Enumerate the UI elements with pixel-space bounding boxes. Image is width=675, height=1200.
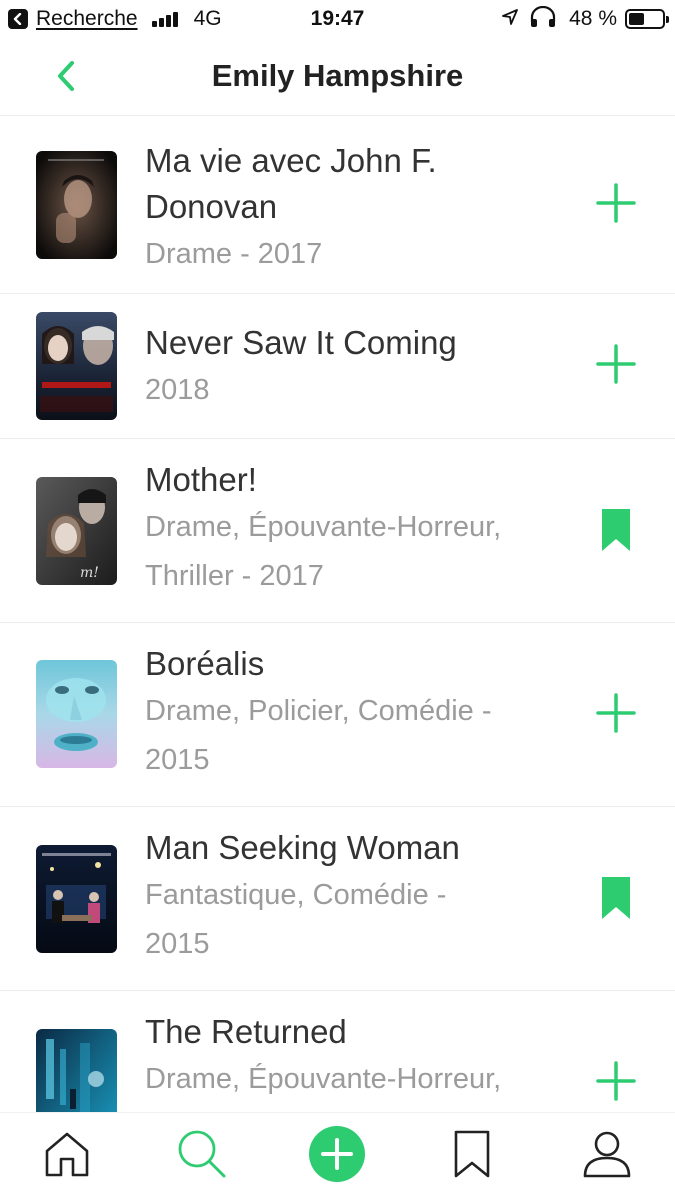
tab-search[interactable] bbox=[167, 1121, 237, 1191]
poster-image bbox=[36, 660, 117, 768]
item-title: Man Seeking Woman bbox=[145, 829, 460, 866]
item-subtitle: 2018 bbox=[145, 374, 210, 406]
add-circle-icon bbox=[308, 1125, 366, 1188]
item-title: The Returned bbox=[145, 1013, 347, 1050]
item-subtitle: Drame, Épouvante-Horreur, bbox=[145, 511, 502, 543]
bookmark-icon bbox=[452, 1129, 492, 1184]
list-item[interactable]: Boréalis Drame, Policier, Comédie - 2015 bbox=[0, 623, 675, 807]
plus-icon bbox=[594, 1059, 638, 1108]
poster-image bbox=[36, 151, 117, 259]
item-title: Never Saw It Coming bbox=[145, 324, 457, 361]
item-subtitle: Drame, Policier, Comédie - bbox=[145, 695, 492, 727]
list-item[interactable]: Ma vie avec John F. Donovan Drame - 2017 bbox=[0, 116, 675, 294]
poster-image bbox=[36, 1029, 117, 1112]
battery-percent: 48 % bbox=[569, 7, 617, 30]
list-item[interactable]: Man Seeking Woman Fantastique, Comédie -… bbox=[0, 807, 675, 991]
home-icon bbox=[42, 1129, 92, 1184]
status-bar: Recherche 4G 19:47 48 % bbox=[0, 0, 675, 38]
poster-image bbox=[36, 312, 117, 420]
item-title: Ma vie avec John F. bbox=[145, 142, 437, 179]
add-button[interactable] bbox=[589, 339, 643, 393]
search-icon bbox=[176, 1128, 228, 1185]
headphones-icon bbox=[529, 5, 557, 33]
poster-image: m! bbox=[36, 477, 117, 585]
navigation-bar: Emily Hampshire bbox=[0, 38, 675, 116]
svg-text:m!: m! bbox=[80, 565, 99, 581]
item-title: Mother! bbox=[145, 461, 257, 498]
tab-watchlist[interactable] bbox=[437, 1121, 507, 1191]
item-subtitle: Drame, Épouvante-Horreur, bbox=[145, 1063, 502, 1095]
bookmark-filled-icon bbox=[600, 875, 632, 926]
add-button[interactable] bbox=[589, 1056, 643, 1110]
item-title-line-2: Donovan bbox=[145, 188, 278, 225]
filmography-list: Ma vie avec John F. Donovan Drame - 2017 bbox=[0, 116, 675, 1112]
bookmarked-button[interactable] bbox=[589, 505, 643, 559]
location-icon bbox=[501, 8, 519, 31]
plus-icon bbox=[594, 691, 638, 740]
item-subtitle-line-2: 2015 bbox=[145, 744, 210, 776]
list-item[interactable]: Never Saw It Coming 2018 bbox=[0, 294, 675, 439]
list-item[interactable]: The Returned Drame, Épouvante-Horreur, bbox=[0, 991, 675, 1112]
tab-profile[interactable] bbox=[572, 1121, 642, 1191]
tab-add[interactable] bbox=[302, 1121, 372, 1191]
tab-home[interactable] bbox=[32, 1121, 102, 1191]
item-title: Boréalis bbox=[145, 645, 265, 682]
plus-icon bbox=[594, 181, 638, 230]
add-button[interactable] bbox=[589, 688, 643, 742]
item-subtitle-line-2: 2015 bbox=[145, 928, 210, 960]
plus-icon bbox=[594, 342, 638, 391]
battery-icon bbox=[625, 9, 669, 29]
item-subtitle-line-2: Thriller - 2017 bbox=[145, 560, 324, 592]
poster-image bbox=[36, 845, 117, 953]
list-item[interactable]: m! Mother! Drame, Épouvante-Horreur, Thr… bbox=[0, 439, 675, 623]
tab-bar bbox=[0, 1112, 675, 1200]
page-title: Emily Hampshire bbox=[211, 58, 464, 93]
bookmark-filled-icon bbox=[600, 507, 632, 558]
item-subtitle: Drame - 2017 bbox=[145, 238, 323, 270]
profile-icon bbox=[582, 1129, 632, 1184]
add-button[interactable] bbox=[589, 178, 643, 232]
bookmarked-button[interactable] bbox=[589, 873, 643, 927]
item-subtitle: Fantastique, Comédie - bbox=[145, 879, 447, 911]
